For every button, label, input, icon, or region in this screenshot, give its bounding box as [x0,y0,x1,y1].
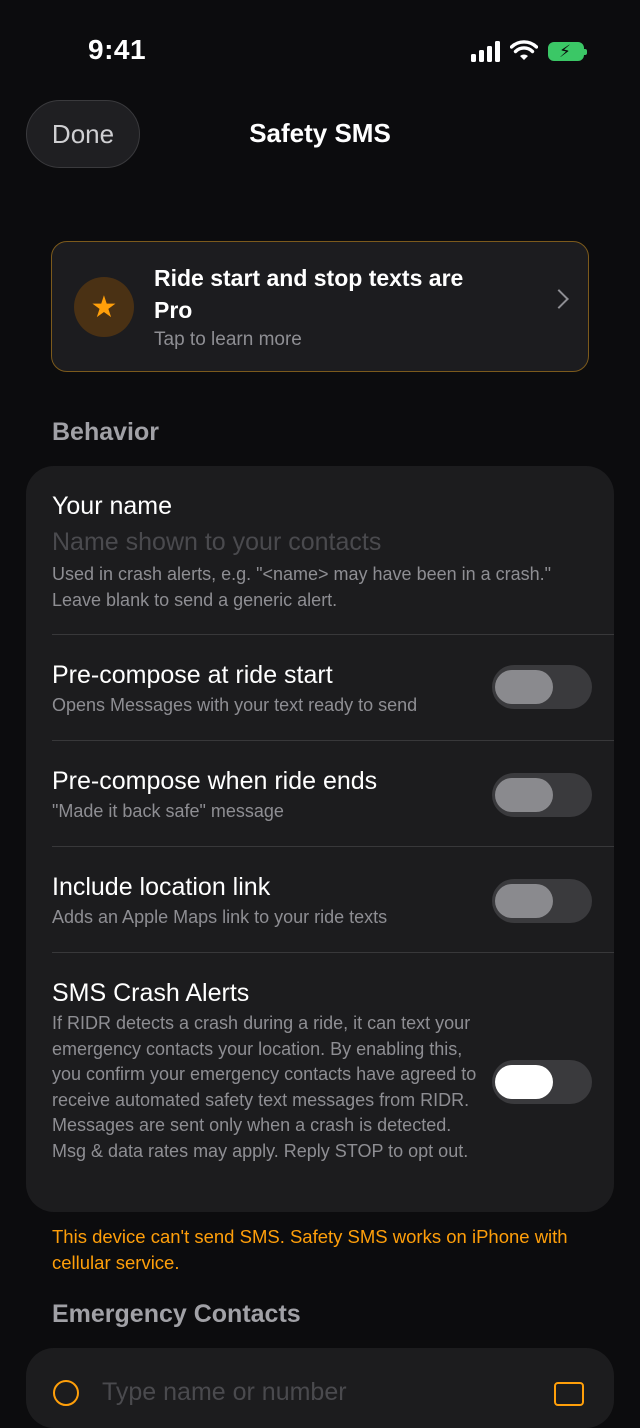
precompose-start-toggle[interactable] [492,665,592,709]
toggle-knob [495,670,553,704]
section-header-emergency-contacts: Emergency Contacts [52,1300,301,1328]
setting-subtitle: "Made it back safe" message [52,801,284,821]
name-input[interactable] [52,528,572,557]
star-icon: ★ [74,277,134,337]
name-field-label: Your name [52,492,172,520]
pro-banner-title: Ride start and stop texts are Pro [154,265,464,323]
setting-row-precompose-start: Pre-compose at ride start Opens Messages… [26,635,614,740]
wifi-icon [510,40,538,60]
behavior-card: Your name Used in crash alerts, e.g. "<n… [26,466,614,1212]
status-bar: 9:41 ⚡ [0,0,640,100]
crash-alerts-toggle[interactable] [492,1060,592,1104]
status-icons: ⚡ [471,40,587,62]
name-field-help: Used in crash alerts, e.g. "<name> may h… [52,564,552,610]
toggle-knob [495,884,553,918]
contact-search-input[interactable] [102,1378,522,1407]
pro-banner-subtitle: Tap to learn more [154,329,302,350]
cellular-signal-icon [471,40,500,62]
toggle-knob [495,778,553,812]
setting-title: Pre-compose at ride start [52,661,333,689]
setting-title: SMS Crash Alerts [52,979,250,1007]
page-title: Safety SMS [249,118,391,148]
pro-upsell-banner[interactable]: ★ Ride start and stop texts are Pro Tap … [51,241,589,372]
location-link-toggle[interactable] [492,879,592,923]
contacts-book-icon[interactable] [554,1382,584,1406]
setting-subtitle: If RIDR detects a crash during a ride, i… [52,1013,477,1161]
setting-subtitle: Adds an Apple Maps link to your ride tex… [52,907,388,927]
setting-row-location-link: Include location link Adds an Apple Maps… [26,847,614,952]
setting-title: Include location link [52,873,271,901]
name-field-row: Your name Used in crash alerts, e.g. "<n… [26,466,614,634]
chevron-right-icon [549,289,569,309]
sms-unavailable-warning: This device can't send SMS. Safety SMS w… [52,1226,568,1273]
emergency-contacts-card [26,1348,614,1428]
battery-charging-icon: ⚡ [548,41,587,61]
status-time: 9:41 [88,34,147,65]
setting-row-crash-alerts: SMS Crash Alerts If RIDR detects a crash… [26,953,614,1212]
add-contact-icon[interactable] [53,1380,79,1406]
section-header-behavior: Behavior [52,418,159,446]
toggle-knob [495,1065,553,1099]
setting-row-precompose-end: Pre-compose when ride ends "Made it back… [26,741,614,846]
setting-title: Pre-compose when ride ends [52,767,378,795]
setting-subtitle: Opens Messages with your text ready to s… [52,695,418,715]
precompose-end-toggle[interactable] [492,773,592,817]
